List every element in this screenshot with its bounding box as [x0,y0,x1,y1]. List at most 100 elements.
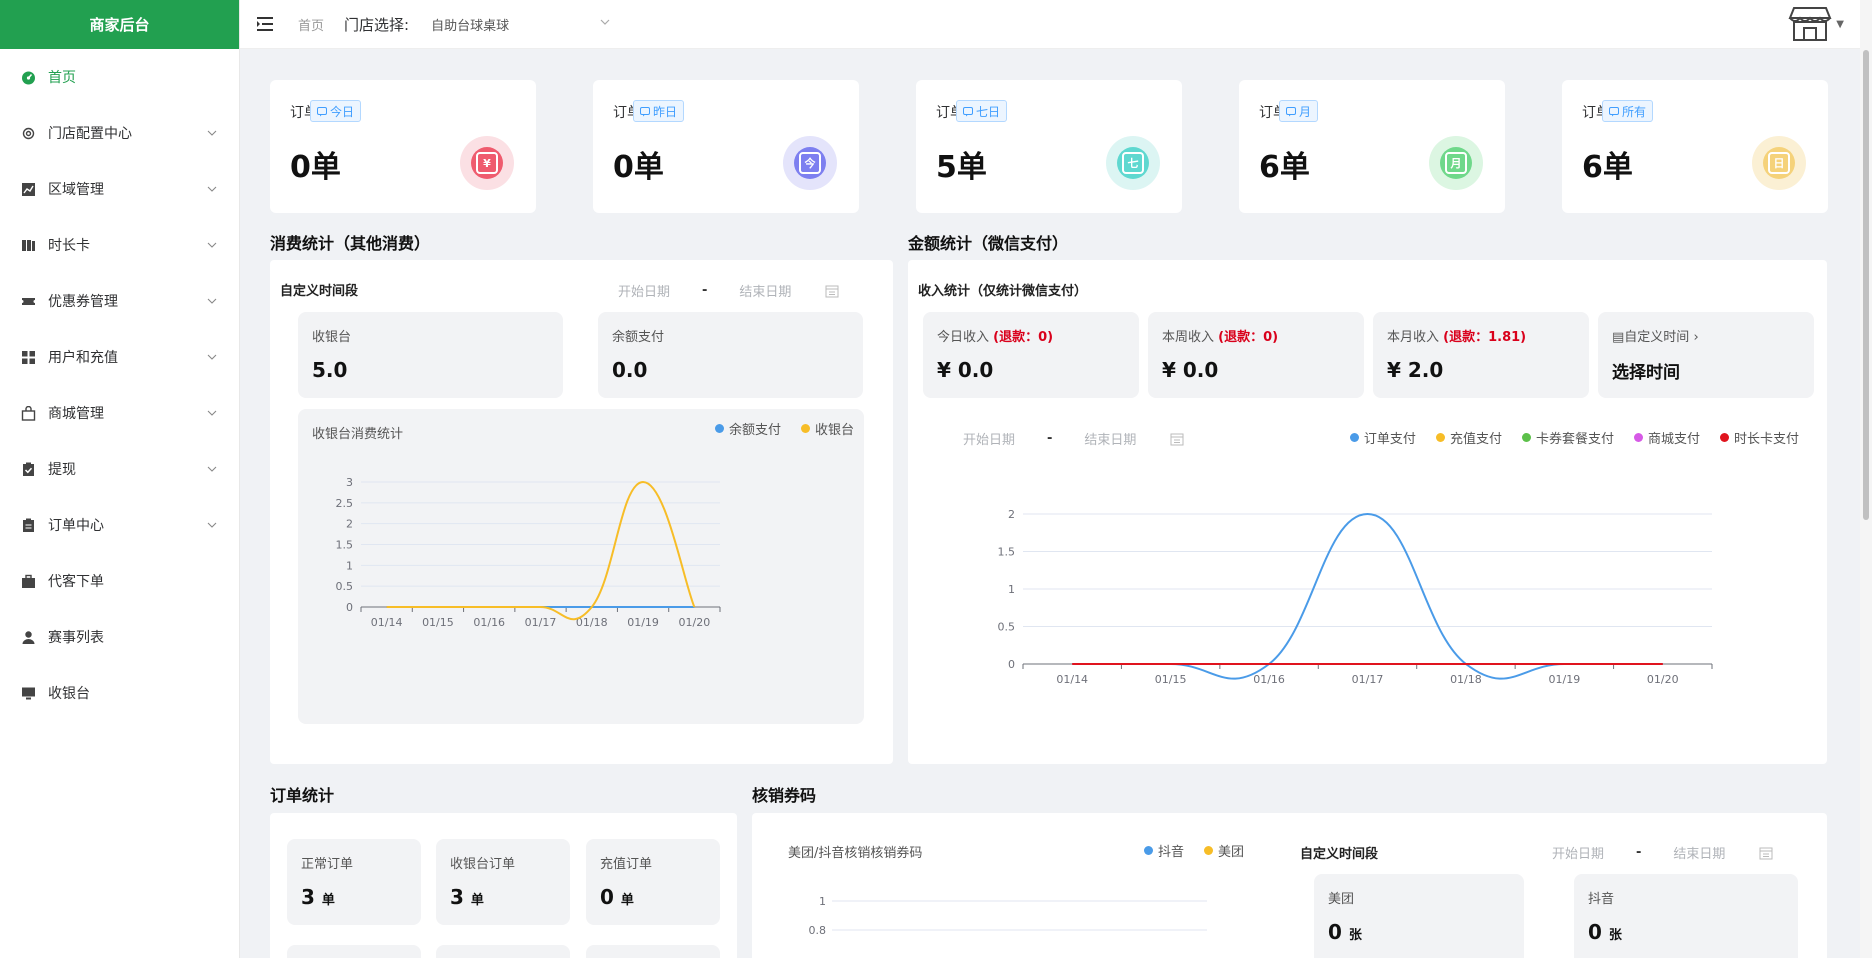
sidebar-item-6[interactable]: 商城管理 [0,385,239,441]
orders-section-title: 订单统计 [270,786,335,805]
x-tick-label: 01/15 [422,616,454,629]
orders-panel: 正常订单 3 单 收银台订单 3 单 充值订单 0 单 [270,813,737,958]
stat-badge-icon: 日 [1752,136,1806,190]
coupon-date-range[interactable]: 开始日期 - 结束日期 [1552,843,1773,862]
meituan-coupon-unit: 张 [1348,928,1362,943]
sidebar-item-2[interactable]: 区域管理 [0,161,239,217]
balance-pay-label: 余额支付 [612,330,665,345]
cashier-orders-value-row: 3 单 [450,885,484,909]
x-tick-label: 01/14 [1056,673,1088,686]
balance-pay-value: 0.0 [612,358,648,382]
sidebar-item-label: 收银台 [48,686,90,702]
sidebar-item-7[interactable]: 提现 [0,441,239,497]
x-tick-label: 01/15 [1155,673,1187,686]
cashier-orders-value: 3 [450,885,464,909]
amount-panel: 收入统计（仅统计微信支付） 今日收入 (退款：0) ¥ 0.0 本周收入 (退款… [908,260,1827,764]
stat-period-text: 所有 [1622,104,1647,119]
chat-icon [317,106,327,117]
stat-badge-glyph: ¥ [476,152,498,174]
sidebar-item-9[interactable]: 代客下单 [0,553,239,609]
douyin-coupon-unit: 张 [1608,928,1622,943]
sidebar: 商家后台 首页 门店配置中心 区域管理 时长卡 优惠券管理用户和充值商城管理提现订单中心… [0,0,240,958]
store-select[interactable]: 自助台球桌球 [431,9,611,39]
briefcase-icon [20,573,36,589]
amount-chart: 0 0.5 1 1.5 2 01/14 01/15 01/16 01/17 01/18 01/19 0… [998,508,1713,686]
end-date-input[interactable]: 结束日期 [739,281,791,300]
coupon-custom-range-label: 自定义时间段 [1300,847,1379,862]
stat-value: 6单 [1259,150,1310,185]
consumption-section-title: 消费统计（其他消费） [270,234,431,253]
order-stat-card-1: 订单 昨日 0单今 [593,80,859,213]
header-user-area[interactable]: ▼ [1788,4,1844,44]
y-tick-label: 1.5 [998,546,1016,559]
douyin-coupon-value: 0 [1588,920,1602,944]
sidebar-item-10[interactable]: 赛事列表 [0,609,239,665]
date-range-separator: - [702,283,708,298]
chevron-down-icon [207,518,217,528]
sidebar-item-4[interactable]: 优惠券管理 [0,273,239,329]
order-box-row2-3 [586,945,720,958]
breadcrumb[interactable]: 首页 [298,15,324,34]
sidebar-item-5[interactable]: 用户和充值 [0,329,239,385]
x-tick-label: 01/18 [1450,673,1482,686]
brand-title: 商家后台 [0,0,239,49]
stat-badge-icon: 七 [1106,136,1160,190]
order-box-row2-1 [287,945,421,958]
x-tick-label: 01/19 [627,616,659,629]
calendar-icon[interactable] [825,284,839,298]
recharge-orders-value-row: 0 单 [600,885,634,909]
page-scrollbar[interactable] [1860,0,1872,958]
sidebar-item-0[interactable]: 首页 [0,49,239,105]
stat-badge-icon: 月 [1429,136,1483,190]
coupon-start-date-input[interactable]: 开始日期 [1552,843,1604,862]
consumption-custom-range-label: 自定义时间段 [280,284,359,299]
coupon-calendar-icon[interactable] [1759,846,1773,860]
bag-icon [20,405,36,421]
stat-period-tag: 月 [1279,100,1319,122]
start-date-input[interactable]: 开始日期 [618,281,670,300]
sidebar-item-label: 提现 [48,462,76,478]
x-tick-label: 01/19 [1549,673,1581,686]
grid-icon [20,349,36,365]
coupon-end-date-input[interactable]: 结束日期 [1673,843,1725,862]
chart-icon [20,181,36,197]
x-tick-label: 01/17 [1352,673,1384,686]
balance-pay-box: 余额支付 0.0 [598,312,863,398]
scrollbar-thumb[interactable] [1863,50,1869,520]
normal-orders-box: 正常订单 3 单 [287,839,421,925]
cashier-orders-label: 收银台订单 [450,857,516,872]
normal-orders-value: 3 [301,885,315,909]
caret-down-icon[interactable]: ▼ [1836,19,1844,30]
consumption-date-range[interactable]: 开始日期 - 结束日期 [618,281,839,300]
y-tick-label: 1 [346,559,353,572]
cashier-total-box: 收银台 5.0 [298,312,563,398]
sidebar-menu: 首页 门店配置中心 区域管理 时长卡 优惠券管理用户和充值商城管理提现订单中心代客下单赛… [0,49,239,721]
series-line-0 [1072,512,1663,680]
sidebar-item-11[interactable]: 收银台 [0,665,239,721]
y-tick-label: 0.5 [336,580,354,593]
douyin-coupon-box: 抖音 0 张 [1574,874,1798,958]
book-icon [20,237,36,253]
coupons-section-title: 核销券码 [752,786,817,805]
y-tick-label: 2 [346,518,353,531]
y-tick-label: 0.5 [998,621,1016,634]
menu-toggle-icon[interactable] [256,15,276,33]
stat-period-text: 昨日 [653,104,678,119]
sidebar-item-3[interactable]: 时长卡 [0,217,239,273]
y-tick-label: 1.5 [336,539,354,552]
sidebar-item-8[interactable]: 订单中心 [0,497,239,553]
stat-badge-glyph: 今 [799,152,821,174]
sidebar-item-label: 商城管理 [48,406,104,422]
x-tick-label: 01/20 [1647,673,1679,686]
x-tick-label: 01/14 [371,616,403,629]
sidebar-item-1[interactable]: 门店配置中心 [0,105,239,161]
stat-value: 5单 [936,150,987,185]
store-avatar-icon[interactable] [1788,4,1832,44]
meituan-coupon-box: 美团 0 张 [1314,874,1524,958]
sidebar-item-label: 订单中心 [48,518,104,534]
stat-period-tag: 今日 [310,100,362,122]
sidebar-item-label: 用户和充值 [48,350,118,366]
coupon-date-range-separator: - [1636,845,1642,860]
stat-period-tag: 昨日 [633,100,685,122]
gear-icon [20,125,36,141]
